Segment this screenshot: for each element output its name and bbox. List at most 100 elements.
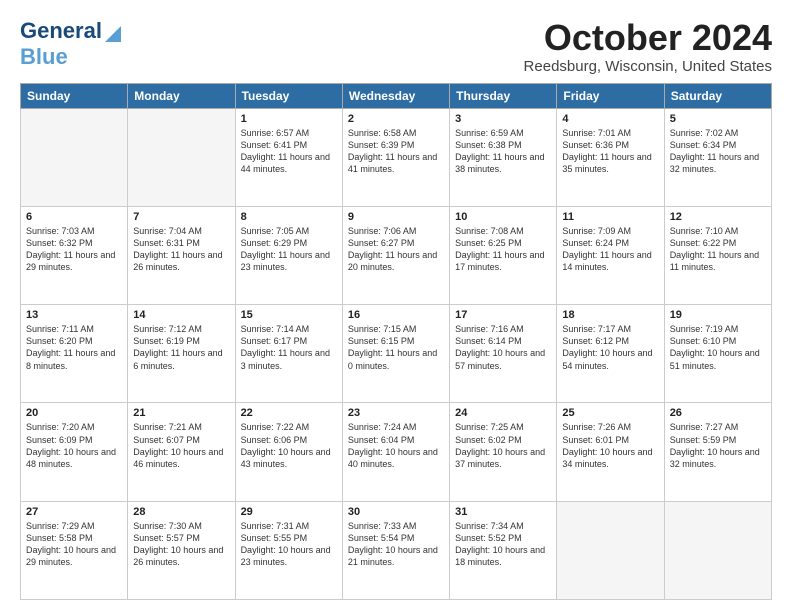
calendar-cell: 13 Sunrise: 7:11 AM Sunset: 6:20 PM Dayli… xyxy=(21,305,128,403)
col-header-wednesday: Wednesday xyxy=(342,83,449,108)
week-row-5: 27Sunrise: 7:29 AM Sunset: 5:58 PM Dayli… xyxy=(21,501,772,599)
day-number: 31 xyxy=(455,506,551,518)
calendar-cell: 24 Sunrise: 7:25 AM Sunset: 6:02 PM Dayli… xyxy=(450,403,557,501)
day-number: 15 xyxy=(241,309,337,321)
col-header-monday: Monday xyxy=(128,83,235,108)
cell-sun-info: Sunrise: 7:25 AM Sunset: 6:02 PM Dayligh… xyxy=(455,421,551,470)
cell-sun-info: Sunrise: 7:02 AM Sunset: 6:34 PM Dayligh… xyxy=(670,127,766,176)
cell-sun-info: Sunrise: 7:01 AM Sunset: 6:36 PM Dayligh… xyxy=(562,127,658,176)
calendar-cell: 15 Sunrise: 7:14 AM Sunset: 6:17 PM Dayli… xyxy=(235,305,342,403)
calendar-cell xyxy=(21,108,128,206)
calendar-cell: 16Sunrise: 7:15 AM Sunset: 6:15 PM Dayli… xyxy=(342,305,449,403)
day-number: 9 xyxy=(348,211,444,223)
cell-sun-info: Sunrise: 6:58 AM Sunset: 6:39 PM Dayligh… xyxy=(348,127,444,176)
day-number: 19 xyxy=(670,309,766,321)
day-number: 5 xyxy=(670,113,766,125)
calendar-cell: 7Sunrise: 7:04 AM Sunset: 6:31 PM Daylig… xyxy=(128,206,235,304)
day-number: 10 xyxy=(455,211,551,223)
calendar-cell: 31 Sunrise: 7:34 AM Sunset: 5:52 PM Dayli… xyxy=(450,501,557,599)
logo-triangle-icon xyxy=(105,22,121,42)
calendar-cell: 18 Sunrise: 7:17 AM Sunset: 6:12 PM Dayli… xyxy=(557,305,664,403)
cell-sun-info: Sunrise: 7:29 AM Sunset: 5:58 PM Dayligh… xyxy=(26,520,122,569)
title-block: October 2024 Reedsburg, Wisconsin, Unite… xyxy=(524,18,772,75)
calendar-cell: 27Sunrise: 7:29 AM Sunset: 5:58 PM Dayli… xyxy=(21,501,128,599)
calendar-cell xyxy=(664,501,771,599)
calendar-cell: 6Sunrise: 7:03 AM Sunset: 6:32 PM Daylig… xyxy=(21,206,128,304)
col-header-tuesday: Tuesday xyxy=(235,83,342,108)
cell-sun-info: Sunrise: 7:14 AM Sunset: 6:17 PM Dayligh… xyxy=(241,323,337,372)
header: General Blue October 2024 Reedsburg, Wis… xyxy=(20,18,772,75)
day-number: 4 xyxy=(562,113,658,125)
day-number: 16 xyxy=(348,309,444,321)
calendar-cell: 30Sunrise: 7:33 AM Sunset: 5:54 PM Dayli… xyxy=(342,501,449,599)
day-number: 13 xyxy=(26,309,122,321)
calendar-cell: 28 Sunrise: 7:30 AM Sunset: 5:57 PM Dayli… xyxy=(128,501,235,599)
week-row-1: 1Sunrise: 6:57 AM Sunset: 6:41 PM Daylig… xyxy=(21,108,772,206)
cell-sun-info: Sunrise: 7:30 AM Sunset: 5:57 PM Dayligh… xyxy=(133,520,229,569)
day-number: 29 xyxy=(241,506,337,518)
cell-sun-info: Sunrise: 7:31 AM Sunset: 5:55 PM Dayligh… xyxy=(241,520,337,569)
week-row-3: 13 Sunrise: 7:11 AM Sunset: 6:20 PM Dayli… xyxy=(21,305,772,403)
calendar-cell: 26 Sunrise: 7:27 AM Sunset: 5:59 PM Dayli… xyxy=(664,403,771,501)
cell-sun-info: Sunrise: 7:19 AM Sunset: 6:10 PM Dayligh… xyxy=(670,323,766,372)
cell-sun-info: Sunrise: 6:59 AM Sunset: 6:38 PM Dayligh… xyxy=(455,127,551,176)
calendar-cell: 21 Sunrise: 7:21 AM Sunset: 6:07 PM Dayli… xyxy=(128,403,235,501)
cell-sun-info: Sunrise: 7:09 AM Sunset: 6:24 PM Dayligh… xyxy=(562,225,658,274)
cell-sun-info: Sunrise: 7:20 AM Sunset: 6:09 PM Dayligh… xyxy=(26,421,122,470)
day-number: 20 xyxy=(26,407,122,419)
day-number: 17 xyxy=(455,309,551,321)
calendar-cell: 11Sunrise: 7:09 AM Sunset: 6:24 PM Dayli… xyxy=(557,206,664,304)
calendar-cell: 4 Sunrise: 7:01 AM Sunset: 6:36 PM Daylig… xyxy=(557,108,664,206)
page: General Blue October 2024 Reedsburg, Wis… xyxy=(0,0,792,612)
day-number: 25 xyxy=(562,407,658,419)
day-number: 24 xyxy=(455,407,551,419)
day-number: 30 xyxy=(348,506,444,518)
day-number: 7 xyxy=(133,211,229,223)
calendar-cell: 14Sunrise: 7:12 AM Sunset: 6:19 PM Dayli… xyxy=(128,305,235,403)
day-number: 18 xyxy=(562,309,658,321)
day-number: 21 xyxy=(133,407,229,419)
calendar-cell xyxy=(557,501,664,599)
day-number: 3 xyxy=(455,113,551,125)
logo: General Blue xyxy=(20,18,121,70)
calendar-cell: 5 Sunrise: 7:02 AM Sunset: 6:34 PM Daylig… xyxy=(664,108,771,206)
calendar-table: SundayMondayTuesdayWednesdayThursdayFrid… xyxy=(20,83,772,600)
day-number: 12 xyxy=(670,211,766,223)
cell-sun-info: Sunrise: 7:11 AM Sunset: 6:20 PM Dayligh… xyxy=(26,323,122,372)
calendar-cell: 22 Sunrise: 7:22 AM Sunset: 6:06 PM Dayli… xyxy=(235,403,342,501)
cell-sun-info: Sunrise: 7:26 AM Sunset: 6:01 PM Dayligh… xyxy=(562,421,658,470)
calendar-cell: 2Sunrise: 6:58 AM Sunset: 6:39 PM Daylig… xyxy=(342,108,449,206)
day-number: 26 xyxy=(670,407,766,419)
day-number: 28 xyxy=(133,506,229,518)
cell-sun-info: Sunrise: 7:17 AM Sunset: 6:12 PM Dayligh… xyxy=(562,323,658,372)
cell-sun-info: Sunrise: 7:22 AM Sunset: 6:06 PM Dayligh… xyxy=(241,421,337,470)
calendar-header-row: SundayMondayTuesdayWednesdayThursdayFrid… xyxy=(21,83,772,108)
logo-blue-text: Blue xyxy=(20,44,68,70)
month-title: October 2024 xyxy=(524,18,772,58)
calendar-cell: 1Sunrise: 6:57 AM Sunset: 6:41 PM Daylig… xyxy=(235,108,342,206)
calendar-cell: 17 Sunrise: 7:16 AM Sunset: 6:14 PM Dayli… xyxy=(450,305,557,403)
calendar-cell: 19 Sunrise: 7:19 AM Sunset: 6:10 PM Dayli… xyxy=(664,305,771,403)
cell-sun-info: Sunrise: 7:12 AM Sunset: 6:19 PM Dayligh… xyxy=(133,323,229,372)
cell-sun-info: Sunrise: 7:34 AM Sunset: 5:52 PM Dayligh… xyxy=(455,520,551,569)
calendar-cell xyxy=(128,108,235,206)
calendar-cell: 12 Sunrise: 7:10 AM Sunset: 6:22 PM Dayli… xyxy=(664,206,771,304)
cell-sun-info: Sunrise: 7:16 AM Sunset: 6:14 PM Dayligh… xyxy=(455,323,551,372)
cell-sun-info: Sunrise: 7:27 AM Sunset: 5:59 PM Dayligh… xyxy=(670,421,766,470)
calendar-cell: 9Sunrise: 7:06 AM Sunset: 6:27 PM Daylig… xyxy=(342,206,449,304)
calendar-cell: 8Sunrise: 7:05 AM Sunset: 6:29 PM Daylig… xyxy=(235,206,342,304)
cell-sun-info: Sunrise: 7:03 AM Sunset: 6:32 PM Dayligh… xyxy=(26,225,122,274)
cell-sun-info: Sunrise: 7:21 AM Sunset: 6:07 PM Dayligh… xyxy=(133,421,229,470)
col-header-friday: Friday xyxy=(557,83,664,108)
cell-sun-info: Sunrise: 6:57 AM Sunset: 6:41 PM Dayligh… xyxy=(241,127,337,176)
location: Reedsburg, Wisconsin, United States xyxy=(524,58,772,75)
calendar-cell: 23Sunrise: 7:24 AM Sunset: 6:04 PM Dayli… xyxy=(342,403,449,501)
cell-sun-info: Sunrise: 7:05 AM Sunset: 6:29 PM Dayligh… xyxy=(241,225,337,274)
calendar-cell: 10 Sunrise: 7:08 AM Sunset: 6:25 PM Dayli… xyxy=(450,206,557,304)
week-row-4: 20 Sunrise: 7:20 AM Sunset: 6:09 PM Dayli… xyxy=(21,403,772,501)
col-header-thursday: Thursday xyxy=(450,83,557,108)
day-number: 23 xyxy=(348,407,444,419)
cell-sun-info: Sunrise: 7:08 AM Sunset: 6:25 PM Dayligh… xyxy=(455,225,551,274)
cell-sun-info: Sunrise: 7:10 AM Sunset: 6:22 PM Dayligh… xyxy=(670,225,766,274)
day-number: 22 xyxy=(241,407,337,419)
